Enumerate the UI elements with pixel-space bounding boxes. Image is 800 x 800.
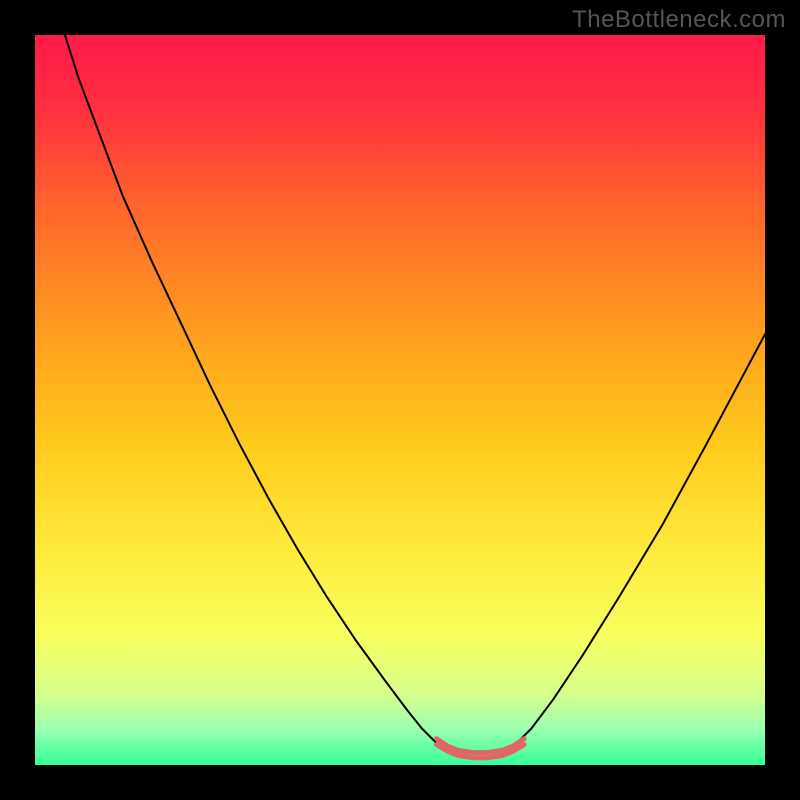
plot-background	[35, 35, 765, 765]
chart-stage: TheBottleneck.com	[0, 0, 800, 800]
chart-svg	[0, 0, 800, 800]
